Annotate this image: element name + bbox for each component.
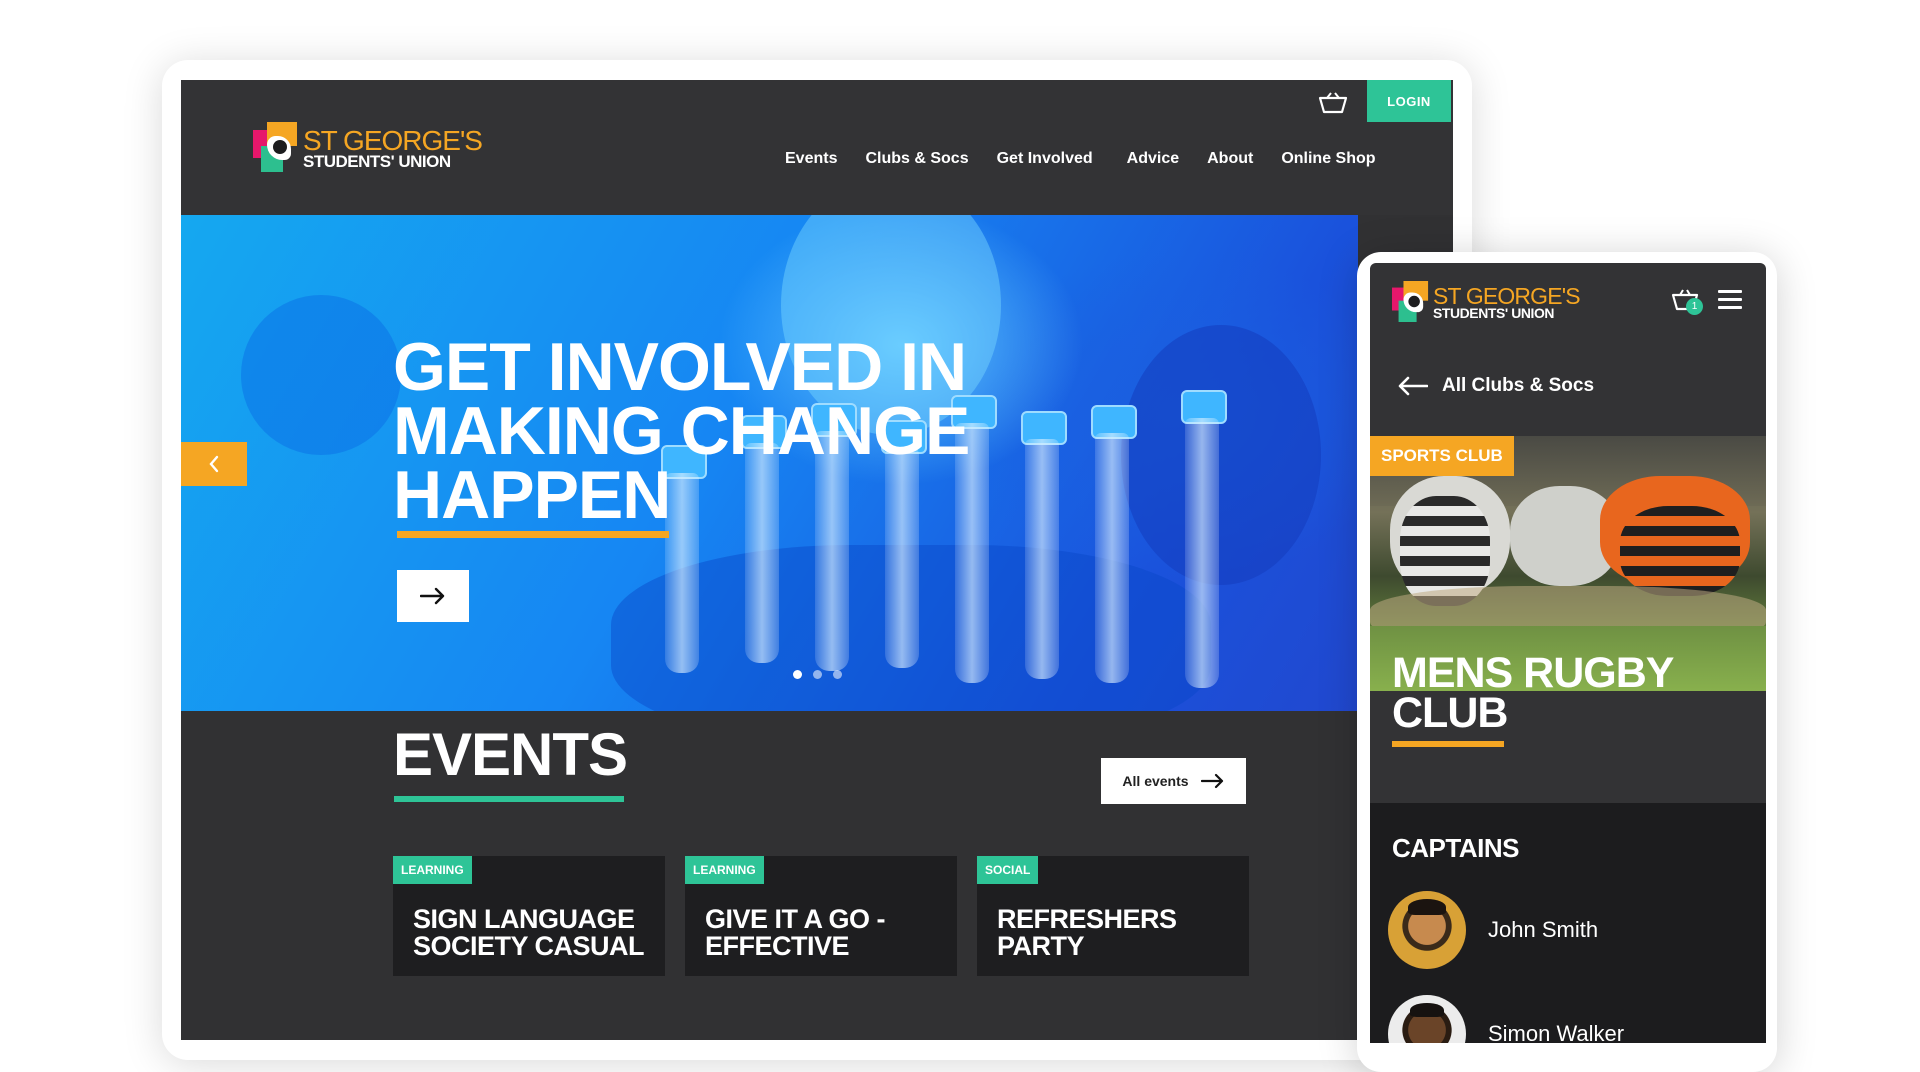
mobile-screen: ST GEORGE'S STUDENTS' UNION 1 All Clubs … bbox=[1370, 263, 1766, 1043]
avatar bbox=[1388, 891, 1466, 969]
back-to-clubs-link[interactable]: All Clubs & Socs bbox=[1398, 375, 1594, 397]
site-logo[interactable]: ST GEORGE'S STUDENTS' UNION bbox=[1392, 281, 1581, 324]
event-tag: LEARNING bbox=[685, 856, 764, 884]
arrow-left-icon bbox=[1398, 376, 1428, 396]
captain-name: John Smith bbox=[1488, 917, 1599, 942]
club-category-tag: SPORTS CLUB bbox=[1370, 436, 1514, 476]
events-heading: EVENTS bbox=[393, 721, 628, 788]
back-link-label: All Clubs & Socs bbox=[1442, 375, 1595, 396]
logo-line-1: ST GEORGE'S bbox=[1433, 283, 1581, 309]
menu-icon[interactable] bbox=[1718, 290, 1742, 314]
arrow-right-icon bbox=[1200, 773, 1223, 789]
event-title: SIGN LANGUAGE SOCIETY CASUAL bbox=[413, 904, 645, 961]
event-tag: LEARNING bbox=[393, 856, 472, 884]
event-title: REFRESHERS PARTY bbox=[997, 904, 1177, 961]
captain-item[interactable]: Simon Walker bbox=[1388, 995, 1624, 1043]
club-title-line-2: CLUB bbox=[1392, 689, 1508, 737]
event-tag: SOCIAL bbox=[977, 856, 1039, 884]
event-title: GIVE IT A GO - EFFECTIVE bbox=[705, 904, 886, 961]
captain-item[interactable]: John Smith bbox=[1388, 891, 1598, 969]
club-title-line-1: MENS RUGBY bbox=[1392, 649, 1674, 697]
events-heading-underline bbox=[394, 796, 624, 802]
avatar bbox=[1388, 995, 1466, 1043]
basket-count-badge: 1 bbox=[1686, 298, 1703, 315]
all-events-label: All events bbox=[1122, 773, 1189, 789]
club-title: MENS RUGBY CLUB bbox=[1392, 649, 1732, 737]
captains-heading: CAPTAINS bbox=[1392, 833, 1519, 863]
desktop-screen: ST GEORGE'S STUDENTS' UNION LOGIN Events… bbox=[181, 80, 1453, 1040]
events-section: EVENTS All events SIGN LANGUAGE SOCIETY … bbox=[181, 80, 1453, 1040]
logo-mark-icon bbox=[1392, 281, 1430, 324]
captain-name: Simon Walker bbox=[1488, 1021, 1625, 1043]
captains-section: CAPTAINS John Smith Simon Walker bbox=[1370, 803, 1766, 1043]
club-title-underline bbox=[1392, 741, 1504, 747]
all-events-button[interactable]: All events bbox=[1101, 758, 1246, 804]
